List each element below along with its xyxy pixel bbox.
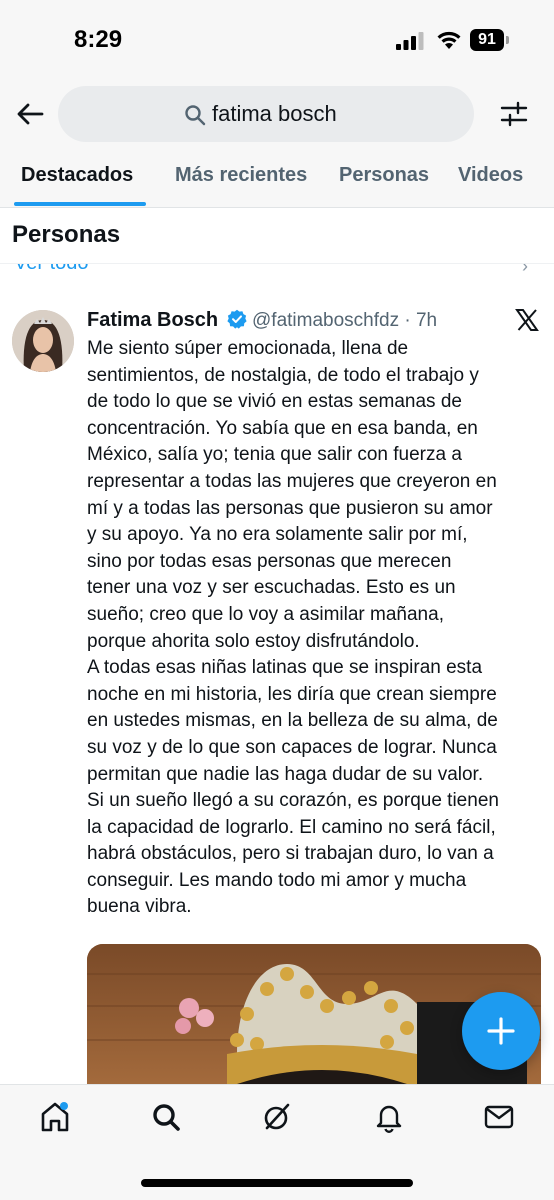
notifications-icon[interactable] (373, 1101, 405, 1133)
tab-personas[interactable]: Personas (339, 164, 429, 187)
see-all-link[interactable]: Ver todo (14, 264, 89, 275)
see-all-row[interactable]: Ver todo › (0, 264, 554, 284)
post-body: Me siento súper emocionada, llena de sen… (87, 336, 547, 921)
post-line: mí y a todas las personas que pusieron s… (87, 497, 493, 519)
tab-videos[interactable]: Videos (458, 164, 523, 187)
post-line: en ustedes mismas, en la belleza de su a… (87, 710, 498, 732)
tab-destacados[interactable]: Destacados (21, 164, 133, 187)
bottom-nav (0, 1084, 554, 1200)
verified-badge-icon (227, 309, 247, 329)
status-time: 8:29 (74, 26, 123, 53)
search-input[interactable]: fatima bosch (58, 86, 474, 142)
messages-icon[interactable] (483, 1101, 515, 1133)
home-indicator (141, 1179, 413, 1187)
active-tab-indicator (14, 202, 146, 206)
battery-icon: 91 (470, 29, 510, 51)
wifi-icon (437, 31, 461, 49)
search-icon (185, 105, 206, 126)
filter-sliders-icon[interactable] (498, 98, 530, 130)
chevron-right-icon: › (522, 264, 528, 276)
search-query: fatima bosch (212, 101, 337, 126)
compose-button[interactable] (462, 992, 540, 1070)
battery-tip (506, 36, 509, 44)
post-line: Si un sueño llegó a su corazón, es porqu… (87, 790, 499, 812)
home-icon[interactable] (39, 1101, 71, 1133)
avatar[interactable] (12, 310, 74, 372)
tab-mas-recientes[interactable]: Más recientes (175, 164, 307, 187)
back-arrow-icon[interactable] (14, 98, 46, 130)
post-line: sueño; creo que lo voy a asimilar mañana… (87, 603, 444, 625)
post-line: noche en mi historia, les diría que crea… (87, 683, 497, 705)
section-header: Personas (0, 208, 554, 264)
post-line: A todas esas niñas latinas que se inspir… (87, 657, 483, 679)
post-line: permitan que nadie las haga dudar de su … (87, 763, 484, 785)
post-handle-time[interactable]: @fatimaboschfdz · 7h (252, 310, 437, 332)
search-header: fatima bosch (0, 84, 554, 146)
post-line: sino por todas esas personas que merecen (87, 550, 452, 572)
signal-icon (396, 32, 424, 50)
battery-level: 91 (470, 29, 504, 51)
search-icon[interactable] (150, 1101, 182, 1133)
post-line: concentración. Yo sabía que en esa banda… (87, 417, 478, 439)
post-line: tener una voz y ser escuchadas. Esto es … (87, 577, 456, 599)
post-line: porque ahorita solo estoy disfrutándolo. (87, 630, 420, 652)
grok-icon[interactable] (261, 1101, 293, 1133)
post-line: representar a todas las mujeres que crey… (87, 470, 497, 492)
post-line: Me siento súper emocionada, llena de (87, 338, 409, 359)
post-author[interactable]: Fatima Bosch (87, 309, 218, 332)
section-title: Personas (12, 221, 121, 248)
post-line: su voz y de lo que son capaces de lograr… (87, 736, 497, 758)
post-line: sentimientos, de nostalgia, de todo el t… (87, 364, 479, 386)
search-tabs: Destacados Más recientes Personas Videos (0, 146, 554, 208)
plus-icon (487, 1017, 515, 1045)
post-line: la capacidad de lograrlo. El camino no s… (87, 816, 496, 838)
post-line: buena vibra. (87, 896, 192, 918)
avatar-image (12, 310, 74, 372)
post-line: de todo lo que se vivió en estas semanas… (87, 391, 462, 413)
post-line: habrá obstáculos, pero si trabajan duro,… (87, 843, 494, 865)
x-logo-icon[interactable] (515, 308, 539, 332)
status-bar: 8:29 91 (0, 0, 554, 84)
post-line: y su apoyo. Ya no era solamente salir po… (87, 524, 468, 546)
post-line: conseguir. Les mando todo mi amor y much… (87, 869, 467, 891)
post-line: México, salía yo; tenia que salir con fu… (87, 444, 462, 466)
